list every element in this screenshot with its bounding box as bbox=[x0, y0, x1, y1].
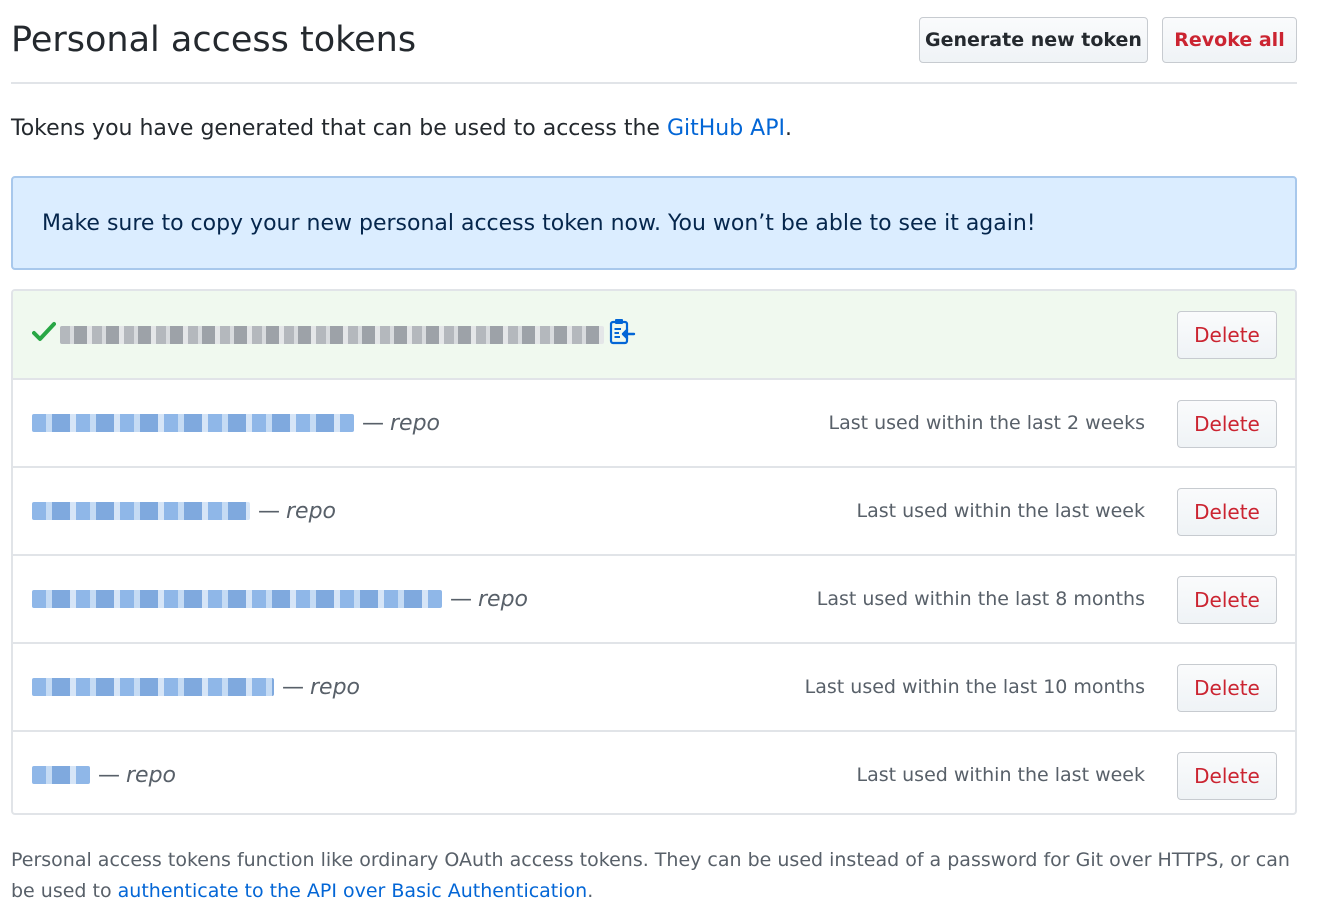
token-row: — repo Last used within the last 8 month… bbox=[13, 554, 1295, 642]
page: Personal access tokens Generate new toke… bbox=[0, 0, 1324, 917]
token-list: Delete — repo Last used within the last … bbox=[11, 289, 1297, 815]
revoke-all-button[interactable]: Revoke all bbox=[1162, 17, 1297, 63]
token-row: — repo Last used within the last 2 weeks… bbox=[13, 378, 1295, 466]
delete-new-token-button[interactable]: Delete bbox=[1177, 311, 1277, 359]
token-last-used: Last used within the last 2 weeks bbox=[828, 412, 1146, 434]
token-row: — repo Last used within the last week De… bbox=[13, 466, 1295, 554]
token-last-used: Last used within the last week bbox=[856, 764, 1145, 786]
token-row-label: — repo bbox=[32, 644, 360, 730]
token-last-used: Last used within the last 10 months bbox=[804, 676, 1145, 698]
scope-separator: — bbox=[362, 410, 384, 436]
basic-auth-link[interactable]: authenticate to the API over Basic Authe… bbox=[118, 880, 588, 902]
token-last-used: Last used within the last 8 months bbox=[816, 588, 1145, 610]
token-row-label: — repo bbox=[32, 468, 336, 554]
token-scope: repo bbox=[310, 674, 361, 700]
token-row: — repo Last used within the last week De… bbox=[13, 730, 1295, 813]
token-row-label: — repo bbox=[32, 556, 528, 642]
token-row: — repo Last used within the last 10 mont… bbox=[13, 642, 1295, 730]
clipboard-icon[interactable] bbox=[608, 317, 636, 353]
token-last-used: Last used within the last week bbox=[856, 500, 1145, 522]
new-token-row: Delete bbox=[13, 291, 1295, 378]
scope-separator: — bbox=[258, 498, 280, 524]
check-icon bbox=[32, 321, 56, 349]
intro-text: Tokens you have generated that can be us… bbox=[11, 116, 792, 141]
token-name-link[interactable] bbox=[32, 766, 90, 784]
token-row-label: — repo bbox=[32, 380, 440, 466]
token-name-link[interactable] bbox=[32, 414, 354, 432]
github-api-link[interactable]: GitHub API bbox=[667, 116, 785, 141]
intro-text-suffix: . bbox=[785, 116, 792, 141]
delete-token-button[interactable]: Delete bbox=[1177, 664, 1277, 712]
token-name-link[interactable] bbox=[32, 590, 442, 608]
token-name-link[interactable] bbox=[32, 502, 250, 520]
delete-token-button[interactable]: Delete bbox=[1177, 752, 1277, 800]
new-token-value-group bbox=[32, 291, 636, 378]
intro-text-body: Tokens you have generated that can be us… bbox=[11, 116, 667, 141]
scope-separator: — bbox=[282, 674, 304, 700]
delete-token-button[interactable]: Delete bbox=[1177, 576, 1277, 624]
token-scope: repo bbox=[126, 762, 177, 788]
delete-token-button[interactable]: Delete bbox=[1177, 400, 1277, 448]
token-scope: repo bbox=[390, 410, 441, 436]
delete-token-button[interactable]: Delete bbox=[1177, 488, 1277, 536]
copy-token-flash: Make sure to copy your new personal acce… bbox=[11, 176, 1297, 270]
new-token-value[interactable] bbox=[60, 325, 604, 344]
scope-separator: — bbox=[98, 762, 120, 788]
footer-note: Personal access tokens function like ord… bbox=[11, 845, 1301, 907]
page-header: Personal access tokens Generate new toke… bbox=[11, 14, 1297, 84]
token-name-link[interactable] bbox=[32, 678, 274, 696]
scope-separator: — bbox=[450, 586, 472, 612]
flash-message: Make sure to copy your new personal acce… bbox=[42, 210, 1036, 236]
token-row-label: — repo bbox=[32, 732, 177, 813]
token-scope: repo bbox=[478, 586, 529, 612]
page-title: Personal access tokens bbox=[11, 20, 417, 60]
token-scope: repo bbox=[286, 498, 337, 524]
generate-new-token-button[interactable]: Generate new token bbox=[919, 17, 1148, 63]
footer-suffix: . bbox=[587, 880, 594, 902]
